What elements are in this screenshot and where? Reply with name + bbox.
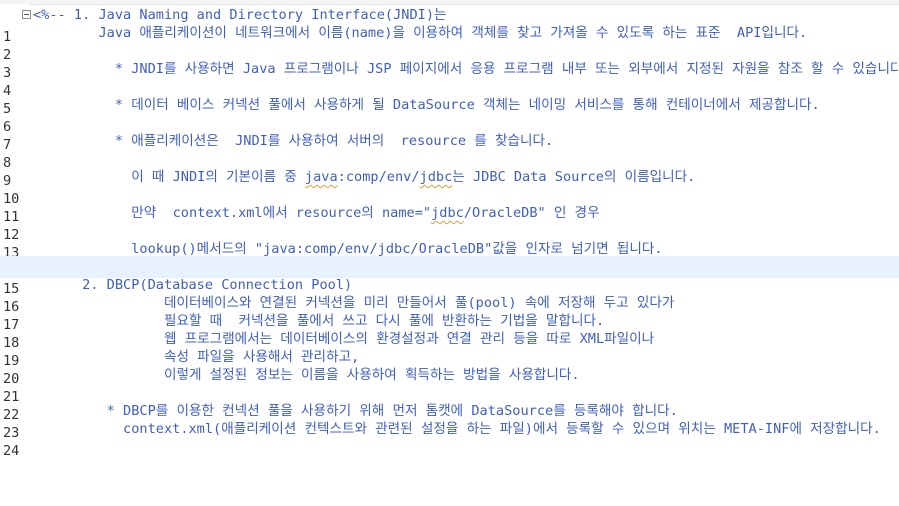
code-line[interactable]: 24 context.xml(애플리케이션 컨텍스트와 관련된 설정을 하는 파… [0,418,899,459]
line-text-segment: 는 JDBC Data Source의 이름입니다. [452,169,696,185]
line-text-segment: * JNDI를 사용하면 Java 프로그램이나 JSP 페이지에서 응용 프로… [33,61,899,77]
line-text-segment: Java 애플리케이션이 네트워크에서 이름(name)을 이용하여 객체를 찾… [33,25,808,41]
line-text-segment: lookup()메서드의 " [33,241,264,257]
line-text-segment: 이 때 JNDI의 기본이름 중 [33,169,305,185]
line-text-segment: * DBCP를 이용한 컨넥션 풀을 사용하기 위해 먼저 톰캣에 DataSo… [33,403,678,419]
line-text-segment: 속성 파일을 사용해서 관리하고, [33,349,360,365]
line-text-segment: :comp/env/ [295,241,378,257]
line-text-segment: 2. DBCP(Database Connection Pool) [33,277,353,293]
line-number: 24 [3,443,20,459]
code-editor[interactable]: 1 <%-- 1. Java Naming and Directory Inte… [0,4,899,459]
line-text-segment: context.xml(애플리케이션 컨텍스트와 관련된 설정을 하는 파일)에… [33,421,881,437]
line-text-segment: 필요할 때 커넥션을 풀에서 쓰고 다시 풀에 반환하는 기법을 말합니다. [33,313,605,329]
line-text-segment: /OracleDB" 인 경우 [463,205,600,221]
line-text-segment: <%-- 1. Java Naming and Directory Interf… [33,7,447,23]
spelling-flagged-word: jdbc [419,169,453,185]
spelling-flagged-word: jdbc [377,241,411,257]
line-text-segment: 데이터베이스와 연결된 커넥션을 미리 만들어서 풀(pool) 속에 저장해 … [33,295,675,311]
spelling-flagged-word: java [263,241,296,257]
line-text-segment: 이렇게 설정된 정보는 이름을 사용하여 획득하는 방법을 사용합니다. [33,367,580,383]
spelling-flagged-word: java [304,169,338,185]
line-text-segment: /OracleDB"값을 인자로 넘기면 됩니다. [410,241,663,257]
line-text-segment: 만약 context.xml에서 resource의 name=" [33,205,432,221]
line-text-segment: * 애플리케이션은 JNDI를 사용하여 서버의 resource 를 찾습니다… [33,133,554,149]
spelling-flagged-word: jdbc [431,205,464,221]
line-text-segment: :comp/env/ [337,169,420,185]
line-text: context.xml(애플리케이션 컨텍스트와 관련된 설정을 하는 파일)에… [33,418,881,440]
line-text-segment: 웹 프로그램에서는 데이터베이스의 환경설정과 연결 관리 등을 따로 XML파… [33,331,655,347]
line-text-segment: * 데이터 베이스 커넥션 풀에서 사용하게 될 DataSource 객체는 … [33,97,820,113]
